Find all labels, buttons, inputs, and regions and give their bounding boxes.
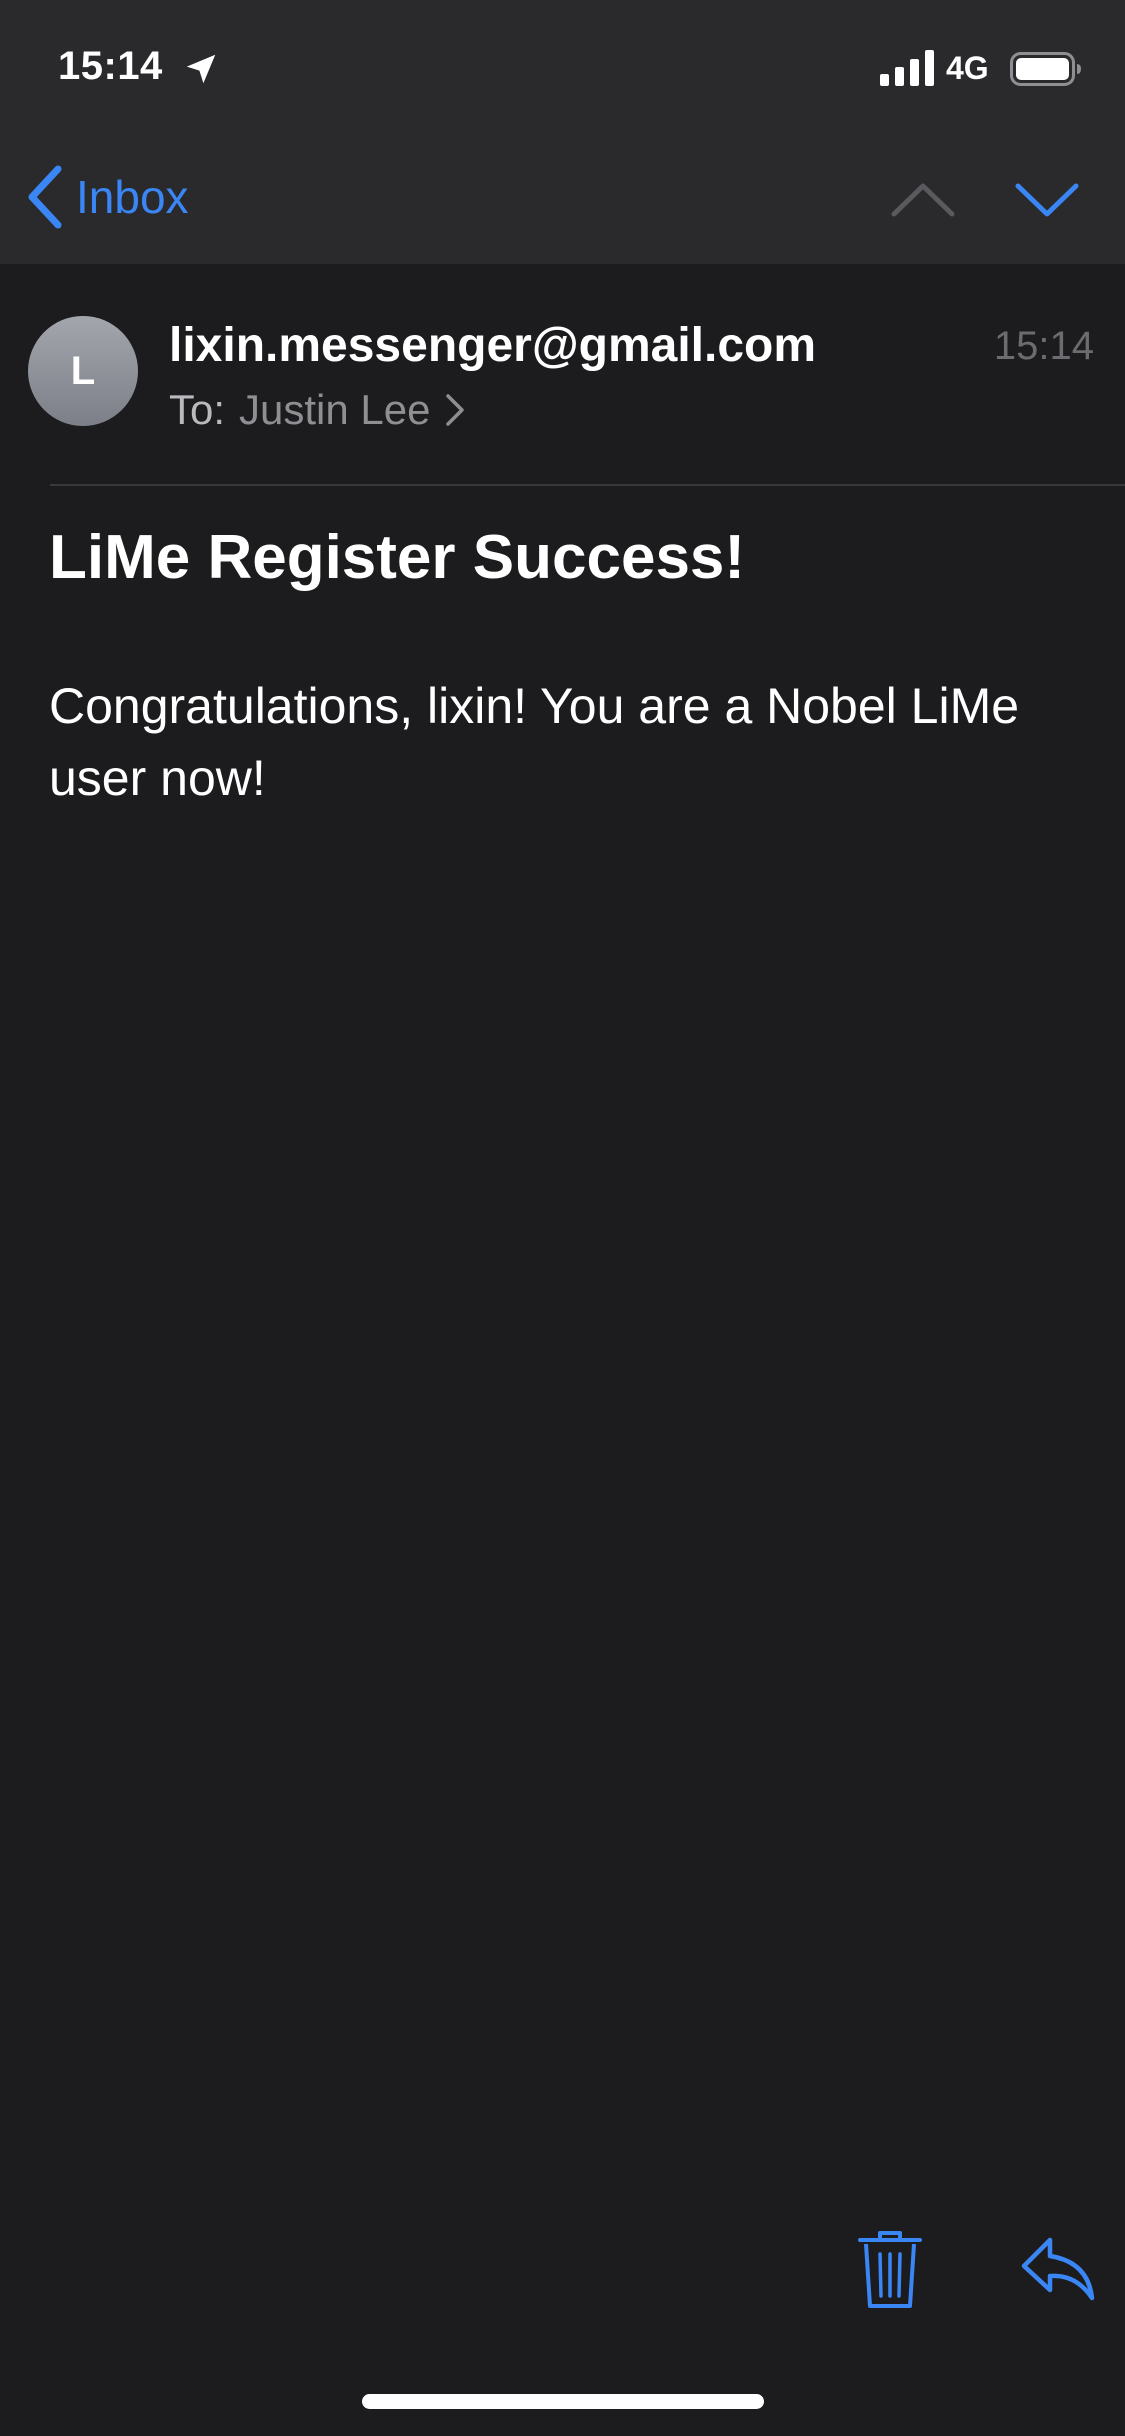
sender-avatar[interactable]: L xyxy=(28,316,138,426)
reply-button[interactable] xyxy=(1020,2234,1096,2304)
status-time: 15:14 xyxy=(58,44,163,88)
nav-bar: Inbox xyxy=(0,132,1125,264)
reply-icon xyxy=(1021,2237,1095,2301)
sender-address[interactable]: lixin.messenger@gmail.com xyxy=(169,318,816,373)
top-chrome: 15:14 4G Inbox xyxy=(0,0,1125,264)
location-arrow-icon xyxy=(186,54,216,84)
to-label: To: xyxy=(169,386,226,433)
chevron-left-icon xyxy=(28,165,62,229)
header-divider xyxy=(50,484,1125,486)
chevron-down-icon xyxy=(1015,183,1079,217)
signal-icon xyxy=(880,50,934,86)
battery-icon xyxy=(1010,52,1081,86)
trash-icon xyxy=(858,2231,922,2308)
next-message-button[interactable] xyxy=(1012,174,1082,224)
delete-button[interactable] xyxy=(856,2230,924,2310)
back-label: Inbox xyxy=(76,171,189,223)
message-time: 15:14 xyxy=(993,324,1094,368)
home-indicator[interactable] xyxy=(362,2394,764,2409)
recipient-name: Justin Lee xyxy=(239,386,431,433)
previous-message-button[interactable] xyxy=(888,174,958,224)
message-subject: LiMe Register Success! xyxy=(49,523,746,592)
network-type-label: 4G xyxy=(946,50,989,86)
status-bar: 15:14 4G xyxy=(0,0,1125,132)
recipient-row[interactable]: To: Justin Lee xyxy=(169,386,465,434)
back-to-inbox-button[interactable]: Inbox xyxy=(24,162,189,232)
message-body: Congratulations, lixin! You are a Nobel … xyxy=(49,678,1020,806)
chevron-right-icon xyxy=(445,394,464,426)
chevron-up-icon xyxy=(891,183,955,217)
avatar-initial: L xyxy=(70,348,96,393)
message-header: L lixin.messenger@gmail.com 15:14 To: Ju… xyxy=(0,264,1125,486)
